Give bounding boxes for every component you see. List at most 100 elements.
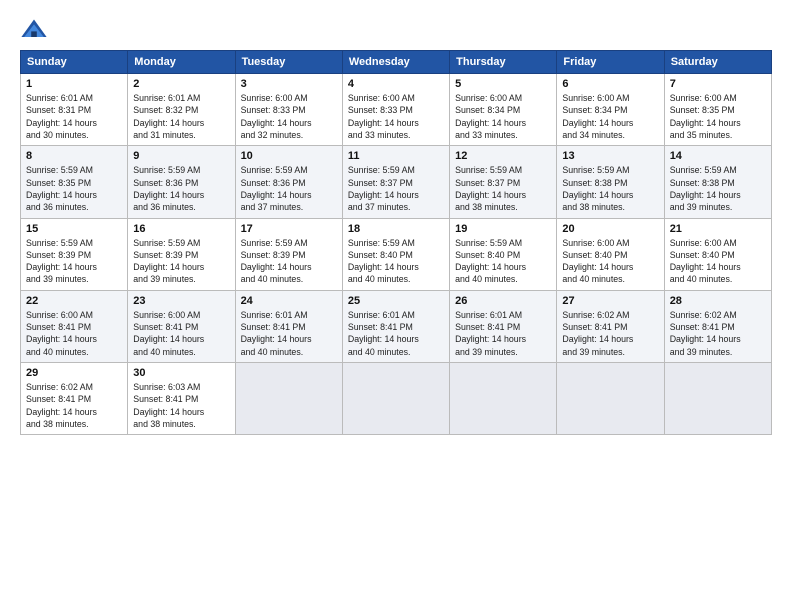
- cell-info: Sunrise: 6:00 AM Sunset: 8:41 PM Dayligh…: [26, 309, 122, 358]
- calendar-cell: 28 Sunrise: 6:02 AM Sunset: 8:41 PM Dayl…: [664, 290, 771, 362]
- calendar-cell: 8 Sunrise: 5:59 AM Sunset: 8:35 PM Dayli…: [21, 146, 128, 218]
- cell-day-number: 30: [133, 367, 229, 379]
- calendar-week-3: 15 Sunrise: 5:59 AM Sunset: 8:39 PM Dayl…: [21, 218, 772, 290]
- calendar-cell: 16 Sunrise: 5:59 AM Sunset: 8:39 PM Dayl…: [128, 218, 235, 290]
- cell-info: Sunrise: 5:59 AM Sunset: 8:35 PM Dayligh…: [26, 164, 122, 213]
- cell-day-number: 22: [26, 295, 122, 307]
- cell-info: Sunrise: 6:02 AM Sunset: 8:41 PM Dayligh…: [562, 309, 658, 358]
- cell-day-number: 21: [670, 223, 766, 235]
- calendar-cell: [664, 363, 771, 435]
- cell-day-number: 15: [26, 223, 122, 235]
- cell-info: Sunrise: 6:01 AM Sunset: 8:41 PM Dayligh…: [241, 309, 337, 358]
- cell-day-number: 3: [241, 78, 337, 90]
- calendar-cell: 25 Sunrise: 6:01 AM Sunset: 8:41 PM Dayl…: [342, 290, 449, 362]
- calendar-cell: 23 Sunrise: 6:00 AM Sunset: 8:41 PM Dayl…: [128, 290, 235, 362]
- cell-info: Sunrise: 5:59 AM Sunset: 8:40 PM Dayligh…: [348, 237, 444, 286]
- calendar-cell: 21 Sunrise: 6:00 AM Sunset: 8:40 PM Dayl…: [664, 218, 771, 290]
- cell-day-number: 1: [26, 78, 122, 90]
- cell-info: Sunrise: 5:59 AM Sunset: 8:37 PM Dayligh…: [455, 164, 551, 213]
- calendar-cell: 29 Sunrise: 6:02 AM Sunset: 8:41 PM Dayl…: [21, 363, 128, 435]
- logo-icon: [20, 16, 48, 44]
- cell-info: Sunrise: 5:59 AM Sunset: 8:38 PM Dayligh…: [670, 164, 766, 213]
- day-header-tuesday: Tuesday: [235, 51, 342, 74]
- calendar-week-4: 22 Sunrise: 6:00 AM Sunset: 8:41 PM Dayl…: [21, 290, 772, 362]
- cell-day-number: 27: [562, 295, 658, 307]
- calendar-cell: 2 Sunrise: 6:01 AM Sunset: 8:32 PM Dayli…: [128, 74, 235, 146]
- cell-info: Sunrise: 6:00 AM Sunset: 8:33 PM Dayligh…: [241, 92, 337, 141]
- day-header-sunday: Sunday: [21, 51, 128, 74]
- calendar-cell: 3 Sunrise: 6:00 AM Sunset: 8:33 PM Dayli…: [235, 74, 342, 146]
- calendar-cell: 26 Sunrise: 6:01 AM Sunset: 8:41 PM Dayl…: [450, 290, 557, 362]
- cell-day-number: 7: [670, 78, 766, 90]
- day-header-monday: Monday: [128, 51, 235, 74]
- cell-info: Sunrise: 5:59 AM Sunset: 8:37 PM Dayligh…: [348, 164, 444, 213]
- calendar-cell: 4 Sunrise: 6:00 AM Sunset: 8:33 PM Dayli…: [342, 74, 449, 146]
- calendar-cell: 11 Sunrise: 5:59 AM Sunset: 8:37 PM Dayl…: [342, 146, 449, 218]
- calendar-cell: 27 Sunrise: 6:02 AM Sunset: 8:41 PM Dayl…: [557, 290, 664, 362]
- cell-day-number: 24: [241, 295, 337, 307]
- calendar-cell: [450, 363, 557, 435]
- cell-info: Sunrise: 6:01 AM Sunset: 8:41 PM Dayligh…: [455, 309, 551, 358]
- cell-info: Sunrise: 6:00 AM Sunset: 8:33 PM Dayligh…: [348, 92, 444, 141]
- calendar-table: SundayMondayTuesdayWednesdayThursdayFrid…: [20, 50, 772, 435]
- cell-info: Sunrise: 6:02 AM Sunset: 8:41 PM Dayligh…: [26, 381, 122, 430]
- calendar-cell: 15 Sunrise: 5:59 AM Sunset: 8:39 PM Dayl…: [21, 218, 128, 290]
- cell-day-number: 17: [241, 223, 337, 235]
- calendar-cell: 19 Sunrise: 5:59 AM Sunset: 8:40 PM Dayl…: [450, 218, 557, 290]
- cell-day-number: 29: [26, 367, 122, 379]
- calendar-cell: 30 Sunrise: 6:03 AM Sunset: 8:41 PM Dayl…: [128, 363, 235, 435]
- calendar-body: 1 Sunrise: 6:01 AM Sunset: 8:31 PM Dayli…: [21, 74, 772, 435]
- cell-day-number: 4: [348, 78, 444, 90]
- cell-info: Sunrise: 5:59 AM Sunset: 8:39 PM Dayligh…: [26, 237, 122, 286]
- cell-info: Sunrise: 6:00 AM Sunset: 8:40 PM Dayligh…: [670, 237, 766, 286]
- cell-day-number: 11: [348, 150, 444, 162]
- cell-day-number: 16: [133, 223, 229, 235]
- cell-info: Sunrise: 6:01 AM Sunset: 8:32 PM Dayligh…: [133, 92, 229, 141]
- logo: [20, 16, 52, 44]
- page: SundayMondayTuesdayWednesdayThursdayFrid…: [0, 0, 792, 612]
- cell-day-number: 10: [241, 150, 337, 162]
- calendar-cell: [342, 363, 449, 435]
- cell-info: Sunrise: 6:00 AM Sunset: 8:35 PM Dayligh…: [670, 92, 766, 141]
- calendar-cell: 5 Sunrise: 6:00 AM Sunset: 8:34 PM Dayli…: [450, 74, 557, 146]
- cell-info: Sunrise: 6:00 AM Sunset: 8:41 PM Dayligh…: [133, 309, 229, 358]
- calendar-cell: 7 Sunrise: 6:00 AM Sunset: 8:35 PM Dayli…: [664, 74, 771, 146]
- cell-info: Sunrise: 5:59 AM Sunset: 8:36 PM Dayligh…: [133, 164, 229, 213]
- cell-day-number: 23: [133, 295, 229, 307]
- calendar-cell: 12 Sunrise: 5:59 AM Sunset: 8:37 PM Dayl…: [450, 146, 557, 218]
- cell-day-number: 12: [455, 150, 551, 162]
- calendar-header: SundayMondayTuesdayWednesdayThursdayFrid…: [21, 51, 772, 74]
- day-header-saturday: Saturday: [664, 51, 771, 74]
- cell-info: Sunrise: 6:01 AM Sunset: 8:41 PM Dayligh…: [348, 309, 444, 358]
- calendar-cell: 17 Sunrise: 5:59 AM Sunset: 8:39 PM Dayl…: [235, 218, 342, 290]
- cell-info: Sunrise: 5:59 AM Sunset: 8:40 PM Dayligh…: [455, 237, 551, 286]
- calendar-cell: 24 Sunrise: 6:01 AM Sunset: 8:41 PM Dayl…: [235, 290, 342, 362]
- cell-info: Sunrise: 5:59 AM Sunset: 8:39 PM Dayligh…: [133, 237, 229, 286]
- cell-info: Sunrise: 5:59 AM Sunset: 8:39 PM Dayligh…: [241, 237, 337, 286]
- calendar-cell: 20 Sunrise: 6:00 AM Sunset: 8:40 PM Dayl…: [557, 218, 664, 290]
- day-header-wednesday: Wednesday: [342, 51, 449, 74]
- cell-day-number: 2: [133, 78, 229, 90]
- cell-day-number: 28: [670, 295, 766, 307]
- calendar-cell: 22 Sunrise: 6:00 AM Sunset: 8:41 PM Dayl…: [21, 290, 128, 362]
- cell-day-number: 13: [562, 150, 658, 162]
- cell-info: Sunrise: 6:02 AM Sunset: 8:41 PM Dayligh…: [670, 309, 766, 358]
- cell-day-number: 8: [26, 150, 122, 162]
- cell-day-number: 19: [455, 223, 551, 235]
- cell-info: Sunrise: 6:01 AM Sunset: 8:31 PM Dayligh…: [26, 92, 122, 141]
- calendar-cell: [235, 363, 342, 435]
- calendar-cell: 13 Sunrise: 5:59 AM Sunset: 8:38 PM Dayl…: [557, 146, 664, 218]
- cell-day-number: 5: [455, 78, 551, 90]
- cell-day-number: 18: [348, 223, 444, 235]
- calendar-week-1: 1 Sunrise: 6:01 AM Sunset: 8:31 PM Dayli…: [21, 74, 772, 146]
- cell-day-number: 25: [348, 295, 444, 307]
- cell-day-number: 26: [455, 295, 551, 307]
- calendar-week-2: 8 Sunrise: 5:59 AM Sunset: 8:35 PM Dayli…: [21, 146, 772, 218]
- day-header-thursday: Thursday: [450, 51, 557, 74]
- header: [20, 16, 772, 44]
- cell-day-number: 20: [562, 223, 658, 235]
- calendar-cell: 9 Sunrise: 5:59 AM Sunset: 8:36 PM Dayli…: [128, 146, 235, 218]
- calendar-week-5: 29 Sunrise: 6:02 AM Sunset: 8:41 PM Dayl…: [21, 363, 772, 435]
- cell-info: Sunrise: 6:00 AM Sunset: 8:34 PM Dayligh…: [455, 92, 551, 141]
- cell-day-number: 9: [133, 150, 229, 162]
